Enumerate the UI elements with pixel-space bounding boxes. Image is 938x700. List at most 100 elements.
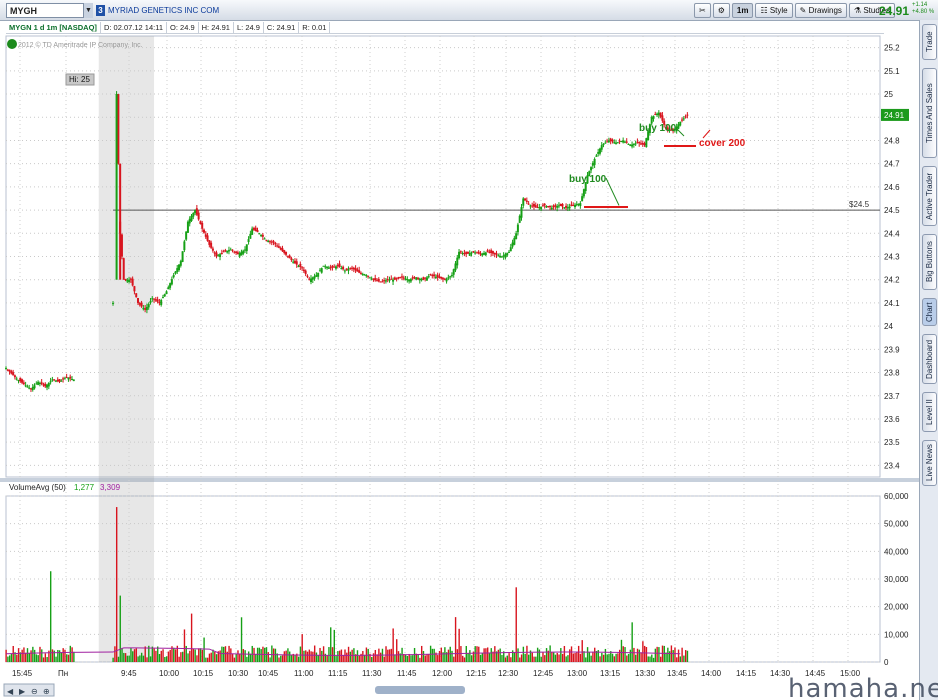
tab-chart[interactable]: Chart xyxy=(922,298,937,326)
tab-level-ii[interactable]: Level II xyxy=(922,392,937,432)
candle-body xyxy=(627,143,630,145)
tab-live-news[interactable]: Live News xyxy=(922,440,937,486)
symbol-dropdown-icon[interactable]: ▼ xyxy=(83,3,93,18)
candle-body xyxy=(151,298,154,300)
volume-bar xyxy=(371,657,373,662)
candle-body xyxy=(240,251,243,256)
candle-body xyxy=(607,140,610,143)
zoom-in-icon[interactable]: ⊕ xyxy=(43,687,50,696)
candle-body xyxy=(615,142,618,144)
candle-body xyxy=(247,239,250,243)
candle-body xyxy=(486,250,489,252)
candle-body xyxy=(292,261,295,263)
volume-bar xyxy=(212,649,214,662)
candle-body xyxy=(361,273,364,275)
volume-bar xyxy=(208,653,211,662)
volume-bar xyxy=(519,657,521,662)
volume-bar xyxy=(30,650,32,662)
volume-bar xyxy=(167,651,170,662)
candle-body xyxy=(639,143,642,145)
candle-body xyxy=(38,382,41,384)
volume-bar xyxy=(173,647,175,662)
candle-body xyxy=(415,277,418,280)
tab-dashboard[interactable]: Dashboard xyxy=(922,334,937,384)
volume-bar xyxy=(501,654,503,662)
candle-body xyxy=(236,252,239,255)
price-tick-label: 23.7 xyxy=(884,392,900,401)
volume-bar xyxy=(667,647,669,662)
volume-bar xyxy=(219,650,221,662)
volume-bar xyxy=(130,647,132,662)
wrench-icon[interactable]: ⚙ xyxy=(712,3,730,18)
volume-bar xyxy=(674,647,676,662)
candle-body xyxy=(431,275,434,277)
volume-bar xyxy=(520,654,523,662)
candle-body xyxy=(600,145,603,150)
volume-bar xyxy=(271,645,273,662)
volume-bar xyxy=(576,652,578,662)
price-tick-label: 23.8 xyxy=(884,369,900,378)
candle-body xyxy=(313,276,316,279)
symbol-input[interactable]: MYGH xyxy=(6,3,92,18)
candle-body xyxy=(340,268,343,270)
candle-body xyxy=(595,155,598,157)
drawings-button[interactable]: ✎ Drawings xyxy=(794,3,847,18)
link-group-badge[interactable]: 3 xyxy=(96,5,105,16)
candle-body xyxy=(402,277,405,279)
volume-tick-label: 50,000 xyxy=(884,520,909,529)
scroll-right-icon[interactable]: ▶ xyxy=(19,687,26,696)
candle-body xyxy=(288,255,291,259)
volume-bar xyxy=(572,653,575,662)
volume-bar xyxy=(681,647,683,662)
candle-body xyxy=(33,385,36,389)
scroll-left-icon[interactable]: ◀ xyxy=(7,687,14,696)
candle-body xyxy=(138,303,141,305)
tab-trade[interactable]: Trade xyxy=(922,24,937,60)
buy-annotation: buy 100 xyxy=(569,174,607,185)
candle-body xyxy=(62,378,65,380)
info-date: D: 02.07.12 14:11 xyxy=(101,22,168,33)
volume-bar xyxy=(654,648,657,662)
tab-active-trader[interactable]: Active Trader xyxy=(922,166,937,226)
style-button[interactable]: ☷ Style xyxy=(755,3,793,18)
volume-bar xyxy=(660,656,662,662)
candle-body xyxy=(376,280,379,282)
volume-bar xyxy=(499,648,501,662)
volume-bar xyxy=(577,645,580,662)
volume-bar xyxy=(10,653,13,662)
scissors-icon[interactable]: ✂ xyxy=(694,3,711,18)
candle-body xyxy=(254,227,257,231)
candle-body xyxy=(470,252,473,254)
volume-bar xyxy=(652,657,655,662)
aggregation-button[interactable]: 1m xyxy=(731,3,754,18)
candle-body xyxy=(310,278,313,283)
candle-body xyxy=(201,222,204,229)
volume-bar xyxy=(479,654,482,662)
candle-body xyxy=(186,221,189,233)
volume-bar xyxy=(453,656,455,662)
candle-body xyxy=(518,215,521,223)
candle-body xyxy=(222,251,225,253)
time-tick-label: 10:15 xyxy=(193,669,214,678)
volume-bar xyxy=(178,656,180,662)
candle-body xyxy=(411,277,414,279)
candle-body xyxy=(452,269,455,275)
volume-bar xyxy=(478,646,480,662)
candle-body xyxy=(302,269,305,272)
candle-body xyxy=(283,250,286,254)
time-tick-label: 14:15 xyxy=(736,669,757,678)
volume-bar xyxy=(137,656,139,662)
volume-bar xyxy=(476,646,478,662)
candle-body xyxy=(620,141,623,143)
volume-bar xyxy=(205,657,207,662)
zoom-out-icon[interactable]: ⊖ xyxy=(31,687,38,696)
style-icon: ☷ xyxy=(760,6,770,15)
candle-body xyxy=(126,279,129,282)
tab-big-buttons[interactable]: Big Buttons xyxy=(922,234,937,290)
chart-canvas[interactable]: 23.4 23.5 23.6 23.7 23.8 23.9 24 24.1 24.2 24.3 24… xyxy=(0,0,938,700)
volume-bar xyxy=(26,648,29,662)
candle-body xyxy=(336,265,339,267)
price-tick-label: 24.5 xyxy=(884,206,900,215)
tab-times-and-sales[interactable]: Times And Sales xyxy=(922,68,937,158)
candle-body xyxy=(318,270,321,272)
